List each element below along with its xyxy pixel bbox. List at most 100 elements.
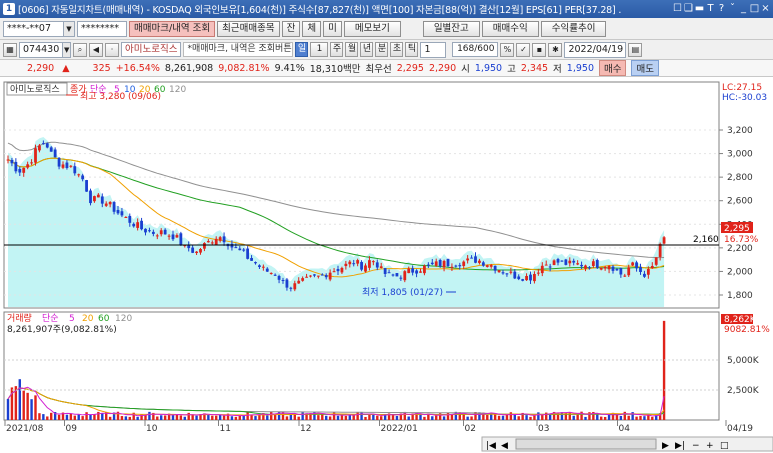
volume-tick-label: 2,500K	[727, 386, 760, 396]
stock-toolbar: ▦ 074430 ▼ ⌕ ◀ · 아미노로직스 *매매마크, 내역은 조회버튼 …	[0, 40, 773, 60]
app-icon: 1	[3, 3, 15, 15]
candle-body	[140, 220, 143, 230]
volume-bar	[450, 414, 454, 420]
account-select[interactable]: ****-**07 ▼	[3, 20, 75, 37]
candle-body	[313, 274, 316, 276]
close-button[interactable]: ×	[760, 2, 771, 16]
chart-area[interactable]: 2,160 아미노로직스 종가 단순 5 10 20 60 120 LC:27.…	[0, 78, 773, 453]
chart-settings-icon[interactable]: %	[500, 42, 515, 57]
volume-bar	[42, 414, 45, 420]
chevron-down-icon[interactable]: ▼	[63, 21, 74, 36]
period-monthly[interactable]: 월	[345, 42, 359, 57]
scroll-last-icon[interactable]: ▶|	[675, 441, 685, 451]
period-tick[interactable]: 틱	[405, 42, 419, 57]
speaker-icon[interactable]: ◀	[89, 42, 103, 57]
zoom-out-icon[interactable]: −	[692, 441, 700, 451]
restore-icon[interactable]: ❑	[683, 2, 694, 16]
scroll-left-icon[interactable]: ◀	[501, 441, 508, 451]
period-minute[interactable]: 분	[375, 42, 389, 57]
volume-bar	[34, 395, 37, 420]
volume-bar	[246, 411, 249, 420]
link-icon[interactable]: ☐	[672, 2, 683, 16]
candle-body	[489, 265, 493, 267]
date-field[interactable]: 2022/04/19	[564, 41, 627, 58]
gear-icon[interactable]: ✱	[548, 42, 563, 57]
candle-body	[379, 266, 383, 269]
maximize-button[interactable]: □	[749, 2, 760, 16]
info-icon[interactable]: ·	[105, 42, 119, 57]
candle-body	[470, 257, 473, 259]
candle-body	[576, 263, 580, 265]
period-daily[interactable]: 일	[295, 42, 309, 57]
balance-button[interactable]: 잔	[281, 20, 301, 37]
candle-body	[525, 275, 528, 281]
candle-body	[485, 265, 489, 267]
volume-bar	[356, 412, 359, 420]
scroll-right-icon[interactable]: ▶	[662, 441, 669, 451]
help-icon[interactable]: ?	[716, 2, 727, 16]
candle-body	[22, 167, 26, 173]
candle-body	[254, 262, 257, 264]
zoom-in-icon[interactable]: +	[706, 441, 714, 451]
volume-bar	[603, 416, 607, 420]
scroll-thumb[interactable]	[515, 438, 657, 450]
candle-body	[65, 162, 69, 169]
zoom-reset-icon[interactable]: □	[720, 441, 729, 451]
pin-icon[interactable]: ▬	[694, 2, 705, 16]
buy-button[interactable]: 매수	[599, 60, 627, 76]
volume-bar	[266, 415, 269, 420]
scroll-first-icon[interactable]: |◀	[486, 441, 496, 451]
candlestick-chart[interactable]: 2,160 아미노로직스 종가 단순 5 10 20 60 120 LC:27.…	[0, 78, 773, 453]
candle-body	[419, 271, 422, 273]
dropdown-icon[interactable]: ˇ	[727, 2, 738, 16]
candle-body	[155, 235, 159, 237]
volume-bar	[57, 414, 61, 420]
trade-profit-button[interactable]: 매매수익	[481, 20, 539, 37]
password-field[interactable]: ********	[77, 20, 127, 37]
volume-bar	[344, 415, 348, 420]
sell-button[interactable]: 매도	[631, 60, 659, 76]
grid-icon[interactable]: ▦	[3, 42, 17, 57]
candle-body	[112, 202, 116, 212]
window-controls: ☐ ❑ ▬ T ? ˇ _ □ ×	[672, 2, 771, 16]
candle-body	[238, 248, 242, 251]
font-icon[interactable]: T	[705, 2, 716, 16]
period-weekly[interactable]: 주	[330, 42, 344, 57]
candle-body	[230, 243, 234, 248]
daily-balance-button[interactable]: 일별잔고	[422, 20, 480, 37]
memo-view-button[interactable]: 메모보기	[343, 20, 401, 37]
calendar-icon[interactable]: ▤	[628, 42, 643, 57]
indicator-icon[interactable]: ✓	[516, 42, 531, 57]
volume-bar	[395, 415, 399, 420]
unexecuted-button[interactable]: 미	[323, 20, 342, 37]
candle-body	[199, 249, 202, 253]
return-trend-button[interactable]: 수익률추이	[540, 20, 607, 37]
trade-mark-query-button[interactable]: 매매마크/내역 조회	[129, 20, 216, 37]
candle-body	[214, 238, 218, 245]
executed-button[interactable]: 체	[302, 20, 322, 37]
title-bar: 1 [0606] 자동일지차트(매매내역) - KOSDAQ 외국인보유[1,6…	[0, 0, 773, 18]
candle-body	[10, 159, 14, 164]
candle-body	[560, 260, 564, 262]
hc-value: HC:-30.03	[722, 93, 767, 103]
candle-body	[120, 211, 124, 216]
period-second[interactable]: 초	[390, 42, 404, 57]
save-icon[interactable]: ▪	[532, 42, 547, 57]
period-yearly[interactable]: 년	[360, 42, 374, 57]
chevron-down-icon[interactable]: ▼	[62, 42, 70, 57]
stock-code-select[interactable]: 074430 ▼	[19, 41, 71, 58]
period-count-select[interactable]: 1	[310, 42, 329, 57]
candle-body	[481, 262, 485, 266]
price-tick-label: 2,800	[727, 173, 753, 183]
volume-bar	[218, 414, 222, 420]
minimize-button[interactable]: _	[738, 2, 749, 16]
volume-bar	[470, 416, 473, 420]
volume-bar	[234, 416, 238, 420]
volume-bar	[442, 416, 446, 420]
tick-count-select[interactable]: 1	[420, 41, 447, 58]
volume-bar	[73, 415, 76, 420]
volume-bar	[517, 416, 520, 420]
recent-trades-button[interactable]: 최근매매종목	[217, 20, 280, 37]
volume-legend-ma20: 20	[82, 314, 94, 324]
search-icon[interactable]: ⌕	[73, 42, 87, 57]
